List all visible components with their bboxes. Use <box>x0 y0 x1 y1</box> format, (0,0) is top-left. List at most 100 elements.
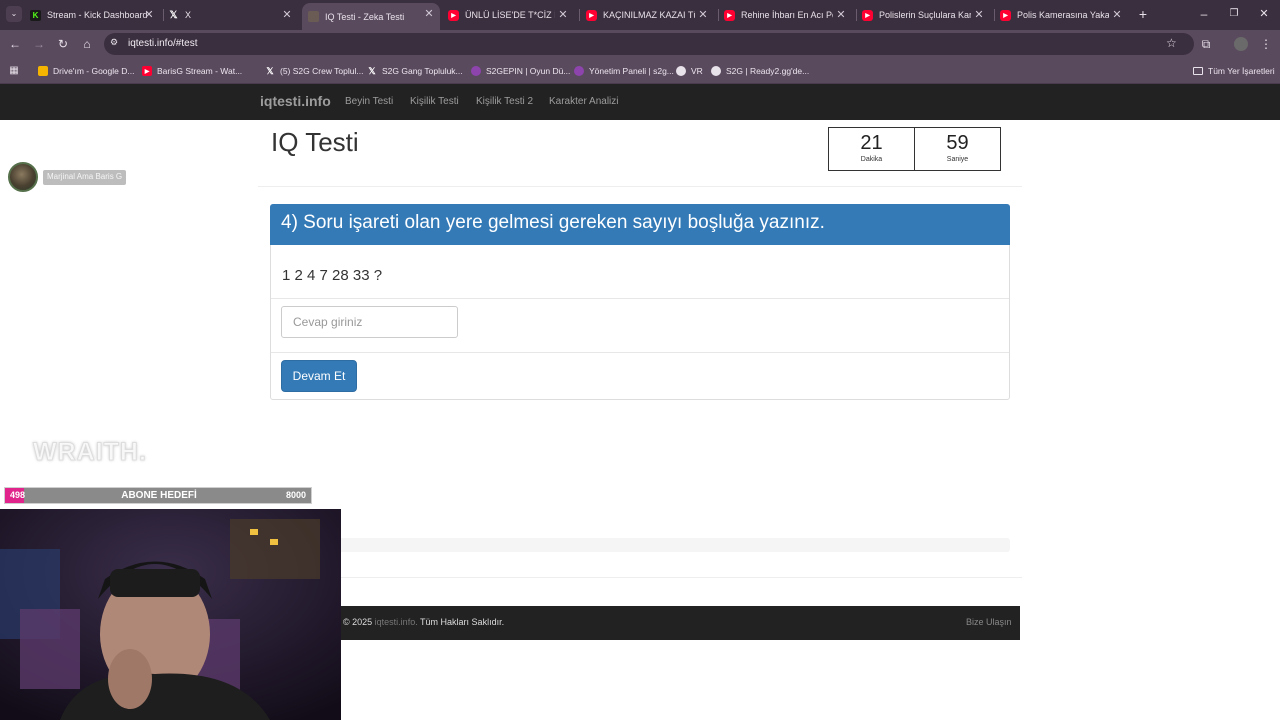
site-navbar: iqtesti.info Beyin Testi Kişilik Testi K… <box>0 84 1280 120</box>
page-title: IQ Testi <box>271 127 359 157</box>
bookmark-drive[interactable]: Drive'ım - Google D... <box>38 64 134 78</box>
bookmark-s2g-crew[interactable]: 𝕏 (5) S2G Crew Toplul... <box>265 64 363 78</box>
nav-karakter-analizi[interactable]: Karakter Analizi <box>549 96 618 107</box>
x-icon: 𝕏 <box>266 65 274 76</box>
tab-iq-testi[interactable]: IQ Testi - Zeka Testi ✕ <box>302 3 440 30</box>
number-sequence: 1 2 4 7 28 33 ? <box>282 267 383 284</box>
x-icon: 𝕏 <box>169 9 178 21</box>
menu-icon[interactable]: ⋮ <box>1258 36 1274 52</box>
tab-youtube-1[interactable]: ▶ ÜNLÜ LİSE'DE T*CİZ İDDİA ✕ <box>448 4 574 26</box>
s2g-icon <box>574 66 584 76</box>
browser-tab-strip: ⌄ K Stream - Kick Dashboard ✕ 𝕏 X ✕ IQ T… <box>0 0 1280 30</box>
kick-icon: K <box>30 9 41 21</box>
site-icon <box>308 11 319 22</box>
nav-kisilik-testi[interactable]: Kişilik Testi <box>410 96 459 107</box>
tab-kick-dashboard[interactable]: K Stream - Kick Dashboard ✕ <box>30 4 160 26</box>
back-icon[interactable]: ← <box>7 36 23 52</box>
answer-input[interactable] <box>281 306 458 338</box>
bookmark-barisg-stream[interactable]: ▶ BarisG Stream - Wat... <box>142 64 242 78</box>
tab-separator <box>994 9 995 21</box>
minimize-icon[interactable]: – <box>1196 6 1212 22</box>
bookmarks-bar: ▦ Drive'ım - Google D... ▶ BarisG Stream… <box>0 58 1280 84</box>
tab-separator <box>856 9 857 21</box>
youtube-icon: ▶ <box>862 9 873 21</box>
x-icon: 𝕏 <box>368 65 376 76</box>
timer-minutes: 21 Dakika <box>828 127 915 171</box>
timer-minutes-label: Dakika <box>860 156 883 163</box>
youtube-icon: ▶ <box>448 9 459 21</box>
forward-icon[interactable]: → <box>31 36 47 52</box>
wraith-logo: WRAITH. <box>33 438 147 467</box>
nav-beyin-testi[interactable]: Beyin Testi <box>345 96 393 107</box>
continue-button[interactable]: Devam Et <box>281 360 357 392</box>
bookmark-star-icon[interactable]: ☆ <box>1166 36 1177 50</box>
close-icon[interactable]: ✕ <box>972 8 986 21</box>
bookmark-s2g-ready2gg[interactable]: S2G | Ready2.gg'de... <box>711 64 809 78</box>
window-close-icon[interactable]: ✕ <box>1256 6 1272 22</box>
close-icon[interactable]: ✕ <box>1110 8 1124 21</box>
close-icon[interactable]: ✕ <box>556 8 570 21</box>
divider <box>271 298 1009 299</box>
vr-icon <box>676 66 686 76</box>
close-icon[interactable]: ✕ <box>696 8 710 21</box>
chat-avatar <box>8 162 38 192</box>
close-icon[interactable]: ✕ <box>422 7 436 20</box>
close-icon[interactable]: ✕ <box>834 8 848 21</box>
bookmark-vr[interactable]: VR <box>676 64 703 78</box>
tab-youtube-2[interactable]: ▶ KAÇINILMAZ KAZAI Türkiye ✕ <box>586 4 714 26</box>
s2g-icon <box>471 66 481 76</box>
divider <box>271 352 1009 353</box>
webcam-image <box>0 509 341 720</box>
timer-minutes-value: 21 <box>860 132 883 154</box>
divider <box>258 577 1022 578</box>
youtube-icon: ▶ <box>586 9 597 21</box>
home-icon[interactable]: ⌂ <box>79 36 95 52</box>
folder-icon <box>1193 67 1203 75</box>
footer-site-link[interactable]: iqtesti.info. <box>375 617 418 627</box>
reload-icon[interactable]: ↻ <box>55 36 71 52</box>
subscriber-goal-label: ABONE HEDEFİ <box>121 490 197 501</box>
question-text: 4) Soru işareti olan yere gelmesi gereke… <box>281 212 825 233</box>
google-drive-icon <box>38 66 48 76</box>
url-text: iqtesti.info/#test <box>128 38 198 49</box>
tab-separator <box>718 9 719 21</box>
timer-seconds: 59 Saniye <box>914 127 1001 171</box>
footer-copyright: © 2025 iqtesti.info. Tüm Hakları Saklıdı… <box>343 617 505 627</box>
nav-kisilik-testi-2[interactable]: Kişilik Testi 2 <box>476 96 533 107</box>
youtube-icon: ▶ <box>142 66 152 76</box>
youtube-icon: ▶ <box>1000 9 1011 21</box>
subscriber-goal-target: 8000 <box>285 490 306 500</box>
all-bookmarks-folder[interactable]: Tüm Yer İşaretleri <box>1193 64 1275 78</box>
site-brand[interactable]: iqtesti.info <box>260 93 331 109</box>
tab-youtube-3[interactable]: ▶ Rehine İhbarı En Acı Polis ✕ <box>724 4 852 26</box>
extensions-icon[interactable]: ⧉ <box>1198 36 1214 52</box>
address-bar[interactable]: ⚙ iqtesti.info/#test ☆ <box>104 33 1194 55</box>
bookmark-yonetim-paneli[interactable]: Yönetim Paneli | s2g... <box>574 64 674 78</box>
youtube-icon: ▶ <box>724 9 735 21</box>
tab-x[interactable]: 𝕏 X ✕ <box>168 4 298 26</box>
apps-grid-icon[interactable]: ▦ <box>6 63 22 79</box>
close-icon[interactable]: ✕ <box>280 8 294 21</box>
tab-search-icon[interactable]: ⌄ <box>6 6 22 22</box>
tab-separator <box>163 9 164 21</box>
timer-seconds-label: Saniye <box>946 156 969 163</box>
close-icon[interactable]: ✕ <box>142 8 156 21</box>
bookmark-s2gepin[interactable]: S2GEPIN | Oyun Dü... <box>471 64 570 78</box>
footer-contact-link[interactable]: Bize Ulaşın <box>966 617 1012 627</box>
test-progress-bar <box>270 538 1010 552</box>
subscriber-goal-bar: 498 ABONE HEDEFİ 8000 <box>4 487 312 504</box>
divider <box>258 186 1022 187</box>
tab-youtube-4[interactable]: ▶ Polislerin Suçlulara Karşı ✕ <box>862 4 990 26</box>
tab-separator <box>579 9 580 21</box>
new-tab-icon[interactable]: + <box>1135 6 1151 22</box>
chat-username: Marjinal Ama Baris G <box>43 170 127 185</box>
profile-avatar[interactable] <box>1234 37 1248 51</box>
webcam-feed <box>0 509 341 720</box>
browser-toolbar: ← → ↻ ⌂ ⚙ iqtesti.info/#test ☆ ⧉ ⋮ <box>0 30 1280 58</box>
timer-seconds-value: 59 <box>946 132 969 154</box>
bookmark-s2g-gang[interactable]: 𝕏 S2G Gang Topluluk... <box>367 64 462 78</box>
restore-icon[interactable]: ❐ <box>1226 6 1242 22</box>
tab-youtube-5[interactable]: ▶ Polis Kamerasına Yakalanan ✕ <box>1000 4 1128 26</box>
site-info-icon[interactable]: ⚙ <box>110 37 118 48</box>
globe-icon <box>711 66 721 76</box>
